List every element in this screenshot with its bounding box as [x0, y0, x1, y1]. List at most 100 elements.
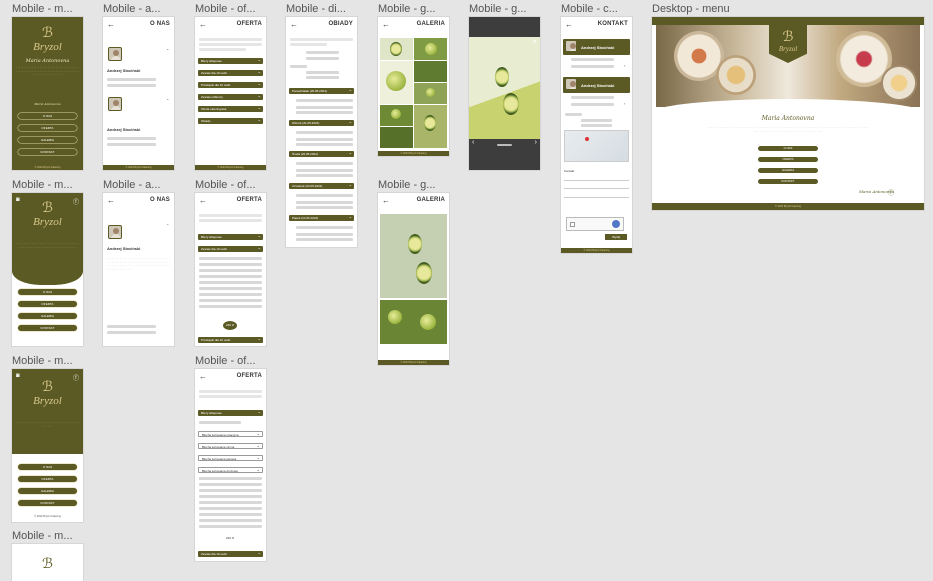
accordion-item[interactable]: Przekąski dla 10 osób: [198, 336, 263, 343]
mobile-main-frame-3[interactable]: ◙ ⓕ ℬ Bryzol · · · · · · · · · · · · · ·…: [12, 369, 83, 522]
accordion-item[interactable]: Obiady: [198, 117, 263, 124]
back-arrow-icon[interactable]: ←: [565, 21, 573, 29]
menu-button-kontakt[interactable]: KONTAKT: [758, 179, 818, 184]
menu-button-oferta[interactable]: OFERTA: [18, 125, 77, 131]
chevron-left-icon[interactable]: ‹: [472, 139, 474, 146]
contact-card-header[interactable]: Andrzej Słociński: [563, 39, 630, 55]
back-arrow-icon[interactable]: ←: [107, 21, 115, 29]
menu-button-onas[interactable]: O NAS: [18, 464, 77, 470]
frame-label[interactable]: Mobile - m...: [12, 355, 73, 367]
menu-button-galeria[interactable]: GALERIA: [18, 313, 77, 319]
frame-label[interactable]: Mobile - m...: [12, 179, 73, 191]
accordion-item[interactable]: Zestaw dla 10 osób: [198, 550, 263, 557]
mobile-offer-long-frame[interactable]: ← OFERTA Bluzy sklepowe Błocha kotowania…: [195, 369, 266, 561]
instagram-icon[interactable]: ◙: [16, 373, 23, 380]
accordion-item[interactable]: Bluzy sklepowe: [198, 409, 263, 416]
menu-button-galeria[interactable]: GALERIA: [758, 168, 818, 173]
phone-row[interactable]: [107, 325, 156, 328]
email-row[interactable]: [107, 84, 156, 87]
facebook-icon[interactable]: ⓕ: [888, 188, 894, 197]
gallery-image[interactable]: [380, 61, 413, 104]
frame-label[interactable]: Mobile - of...: [195, 179, 256, 191]
gallery-image[interactable]: [380, 105, 413, 126]
back-arrow-icon[interactable]: ←: [199, 21, 207, 29]
menu-button-onas[interactable]: O NAS: [758, 146, 818, 151]
frame-label[interactable]: Mobile - m...: [12, 530, 73, 542]
phone-row[interactable]: [107, 137, 156, 140]
contact-card-header[interactable]: Andrzej Słociński: [563, 77, 630, 93]
day-header[interactable]: Wtorek (21.05.2024): [289, 119, 354, 126]
accordion-item[interactable]: Bluzy sklepowe: [198, 233, 263, 240]
send-button[interactable]: Wyślij: [605, 234, 627, 240]
day-header[interactable]: Środa (22.05.2024): [289, 150, 354, 157]
menu-button-kontakt[interactable]: KONTAKT: [18, 500, 77, 506]
frame-label[interactable]: Mobile - m...: [12, 3, 73, 15]
gallery-image[interactable]: [380, 127, 413, 148]
chevron-down-icon[interactable]: ⌄: [166, 46, 169, 51]
mobile-main-frame-4[interactable]: ℬ: [12, 544, 83, 581]
frame-label[interactable]: Mobile - a...: [103, 179, 160, 191]
menu-button-onas[interactable]: O NAS: [18, 113, 77, 119]
menu-button-oferta[interactable]: OFERTA: [758, 157, 818, 162]
menu-button-kontakt[interactable]: KONTAKT: [18, 325, 77, 331]
accordion-item[interactable]: Bluzy sklepowe: [198, 57, 263, 64]
frame-label[interactable]: Mobile - of...: [195, 355, 256, 367]
accordion-item[interactable]: Błocha kotowania drożowa: [198, 467, 263, 473]
mobile-about-expanded-frame[interactable]: ← O NAS ⌃ Andrzej Słociński · · · · · · …: [103, 193, 174, 346]
mobile-main-frame-2[interactable]: ◙ ⓕ ℬ Bryzol · · · · · · · · · · · · · ·…: [12, 193, 83, 346]
back-arrow-icon[interactable]: ←: [199, 197, 207, 205]
email-row[interactable]: [571, 103, 614, 106]
gallery-image[interactable]: [380, 38, 413, 60]
form-field[interactable]: [564, 188, 629, 189]
desktop-menu-frame[interactable]: ℬ Bryzol Maria Antonovna · · · · · · · ·…: [652, 17, 924, 210]
mobile-about-frame[interactable]: ← O NAS · · · · · · · · ⌄ Andrzej Słociń…: [103, 17, 174, 170]
share-icon[interactable]: ‹: [624, 101, 625, 106]
recaptcha[interactable]: [566, 217, 624, 231]
email-row[interactable]: [571, 65, 614, 68]
day-header[interactable]: Piątek (24.05.2024): [289, 214, 354, 221]
accordion-item[interactable]: Błocha kotowania zimna: [198, 443, 263, 449]
accordion-item[interactable]: Zestaw dla 10 osób: [198, 245, 263, 252]
menu-button-oferta[interactable]: OFERTA: [18, 476, 77, 482]
frame-label[interactable]: Mobile - g...: [378, 179, 435, 191]
gallery-image[interactable]: [380, 214, 447, 298]
accordion-item[interactable]: Błocha kotowania jasiowa: [198, 455, 263, 461]
back-arrow-icon[interactable]: ←: [107, 197, 115, 205]
back-arrow-icon[interactable]: ←: [382, 21, 390, 29]
mobile-gallery-frame[interactable]: ← GALERIA © 2024 Bryzol Catering: [378, 17, 449, 156]
frame-label[interactable]: Mobile - of...: [195, 3, 256, 15]
frame-label[interactable]: Mobile - g...: [469, 3, 526, 15]
menu-button-galeria[interactable]: GALERIA: [18, 488, 77, 494]
mobile-gallery-large-frame[interactable]: ← GALERIA © 2024 Bryzol Catering: [378, 193, 449, 365]
accordion-item[interactable]: Przekąski dla 10 osób: [198, 81, 263, 88]
facebook-icon[interactable]: ⓕ: [73, 373, 80, 382]
mobile-offer-frame[interactable]: ← OFERTA Bluzy sklepowe Zestaw dla 10 os…: [195, 17, 266, 170]
mobile-main-frame[interactable]: ℬ Bryzol Maria Antonovna · · · · · · · ·…: [12, 17, 83, 170]
close-icon[interactable]: ×: [532, 37, 537, 46]
gallery-image[interactable]: [380, 300, 447, 344]
phone-row[interactable]: [571, 96, 614, 99]
accordion-item[interactable]: Błocha kotowania rotacyjna: [198, 431, 263, 437]
phone-row[interactable]: [571, 58, 614, 61]
map[interactable]: [564, 130, 629, 162]
accordion-item[interactable]: Zestaw odbiorcy: [198, 93, 263, 100]
mobile-gallery-lightbox-frame[interactable]: × ‹ ›: [469, 17, 540, 170]
day-header[interactable]: Poniedziałek (20.05.2024): [289, 87, 354, 94]
email-row[interactable]: [107, 143, 156, 146]
form-field[interactable]: [564, 180, 629, 181]
accordion-item[interactable]: Zestaw dla 10 osób: [198, 69, 263, 76]
gallery-image[interactable]: [414, 83, 447, 104]
menu-button-onas[interactable]: O NAS: [18, 289, 77, 295]
mobile-contact-frame[interactable]: ← KONTAKT Andrzej Słociński ‹ Andrzej Sł…: [561, 17, 632, 253]
back-arrow-icon[interactable]: ←: [290, 21, 298, 29]
accordion-item[interactable]: Oferta cateringowa: [198, 105, 263, 112]
mobile-offer-expanded-frame[interactable]: ← OFERTA Bluzy sklepowe Zestaw dla 10 os…: [195, 193, 266, 346]
frame-label[interactable]: Desktop - menu: [652, 3, 730, 15]
menu-button-oferta[interactable]: OFERTA: [18, 301, 77, 307]
email-row[interactable]: [107, 331, 156, 334]
phone-row[interactable]: [107, 78, 156, 81]
frame-label[interactable]: Mobile - c...: [561, 3, 618, 15]
chevron-right-icon[interactable]: ›: [535, 139, 537, 146]
frame-label[interactable]: Mobile - a...: [103, 3, 160, 15]
form-field[interactable]: [564, 197, 629, 198]
